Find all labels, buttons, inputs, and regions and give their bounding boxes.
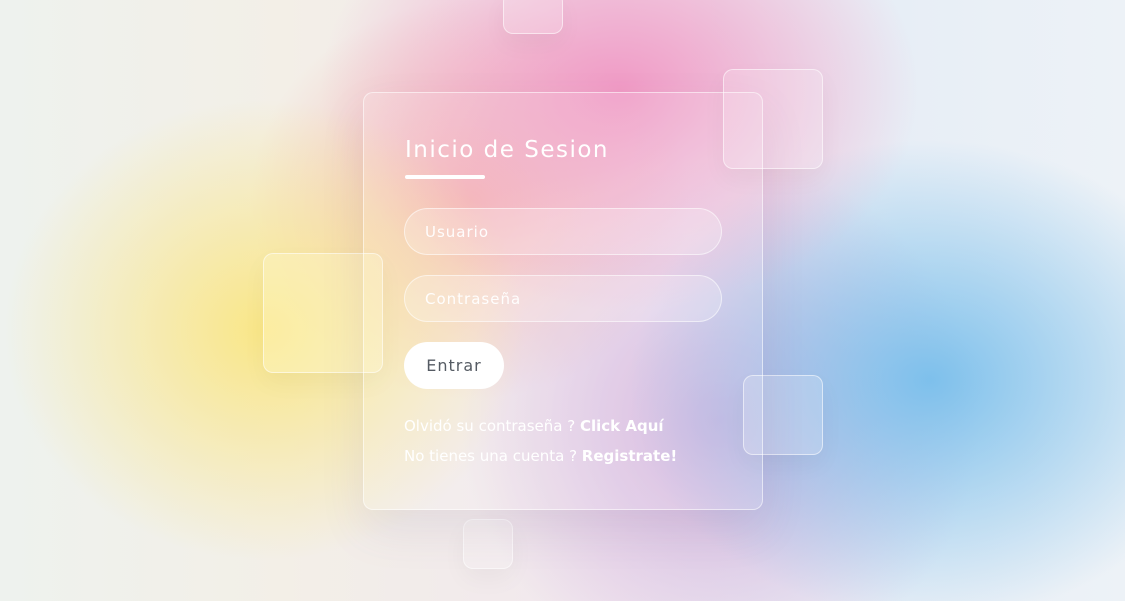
forgot-password-row: Olvidó su contraseña ? Click Aquí: [404, 417, 664, 435]
register-row: No tienes una cuenta ? Registrate!: [404, 447, 677, 465]
login-card: Inicio de Sesion Entrar Olvidó su contra…: [363, 92, 763, 510]
decorative-square-bottom: [463, 519, 513, 569]
decorative-square-top: [503, 0, 563, 34]
forgot-password-text: Olvidó su contraseña ?: [404, 417, 580, 435]
decorative-square-right-top: [723, 69, 823, 169]
login-title: Inicio de Sesion: [405, 137, 610, 163]
login-button[interactable]: Entrar: [404, 342, 504, 389]
register-link[interactable]: Registrate!: [582, 447, 677, 465]
username-input[interactable]: [404, 208, 722, 255]
register-text: No tienes una cuenta ?: [404, 447, 582, 465]
forgot-password-link[interactable]: Click Aquí: [580, 417, 664, 435]
title-underline: [405, 175, 485, 179]
password-input[interactable]: [404, 275, 722, 322]
